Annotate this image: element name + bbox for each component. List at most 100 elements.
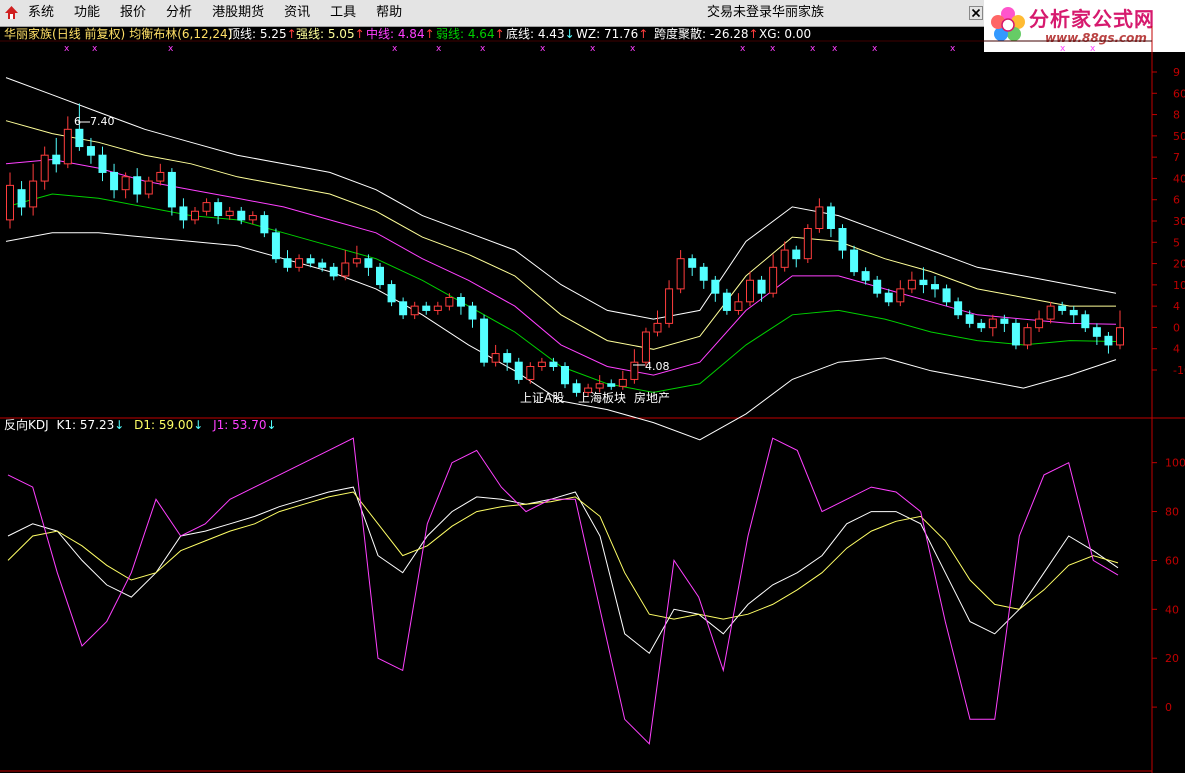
candle-body [641, 331, 650, 363]
low-price-label: 4.08 [645, 360, 670, 373]
main-stock-name: 华丽家族 [4, 26, 52, 41]
candle-body [803, 228, 812, 260]
metric-value-5: 71.76 [604, 27, 638, 41]
metric-value-7: 0.00 [784, 27, 811, 41]
metric-3: 弱线: 4.64↑ [436, 27, 505, 41]
metric-1: 强线: 5.05↑ [296, 27, 365, 41]
bollinger-bands [5, 77, 1117, 441]
metric-label-5: WZ: [576, 27, 604, 41]
x-marker: x [92, 44, 98, 54]
y-tick-label: 60 [1173, 87, 1185, 100]
kdj-tick-label: 80 [1165, 506, 1179, 519]
candle-body [271, 232, 280, 260]
kdj-y-ticks: 100 80 60 40 20 0 [1152, 457, 1185, 714]
tag-sh-a[interactable]: 上证A股 [520, 391, 564, 405]
metric-4: 底线: 4.43↓ [506, 26, 575, 41]
j-arrow: ↓ [266, 418, 276, 432]
x-marker: x [770, 44, 776, 54]
candle-body [75, 128, 84, 148]
candle-body [225, 210, 234, 217]
candle-body [537, 361, 546, 367]
metric-label-2: 中线: [366, 26, 398, 41]
x-marker: x [168, 44, 174, 54]
kdj-tick-label: 100 [1165, 457, 1185, 470]
kdj-k-line [7, 486, 1119, 655]
candle-body [549, 361, 558, 367]
candle-body [445, 297, 454, 307]
candle-body [410, 305, 419, 316]
app-logo-icon[interactable] [4, 5, 19, 20]
candle-body [861, 271, 870, 281]
candle-body [919, 279, 928, 286]
metric-arrow-1: ↑ [355, 27, 365, 41]
candle-body [711, 279, 720, 294]
metric-value-6: -26.28 [710, 27, 749, 41]
y-tick-label: 30 [1173, 215, 1185, 228]
candle-body [1081, 314, 1090, 329]
x-marker: x [1060, 44, 1066, 54]
candle-body [364, 258, 373, 268]
candle-body [769, 266, 778, 294]
menu-hk-futures[interactable]: 港股期货 [212, 0, 264, 26]
candle-body [63, 128, 72, 165]
candle-body [456, 297, 465, 307]
metric-2: 中线: 4.84↑ [366, 26, 435, 41]
candle-body [780, 249, 789, 268]
metric-0: 顶线: 5.25↑ [228, 27, 297, 41]
menu-system[interactable]: 系统 [28, 0, 54, 26]
candle-body [40, 154, 49, 182]
candle-body [352, 258, 361, 264]
kdj-d-line [7, 491, 1119, 620]
candle-body [734, 301, 743, 311]
metric-label-6: 跨度聚散: [654, 26, 710, 41]
kdj-panel: 反向KDJ K1: 57.23↓ D1: 59.00↓ J1: 53.70↓ 1… [4, 417, 1185, 745]
login-status[interactable]: 交易未登录 [707, 0, 772, 26]
candle-body [526, 366, 535, 380]
candle-body [884, 292, 893, 303]
y-tick-label: 4 [1173, 300, 1180, 313]
y-tick-label: 10 [1173, 279, 1185, 292]
kdj-title: 反向KDJ [4, 417, 49, 432]
candle-body [422, 305, 431, 311]
candle-body [1058, 305, 1067, 311]
candle-body [86, 146, 95, 156]
candle-body [376, 266, 384, 286]
x-marker: x [740, 44, 746, 54]
candle-body [595, 383, 604, 389]
stock-chart[interactable]: 华丽家族(日线 前复权) 均衡布林(6,12,24) 顶线: 5.25↑ 强线: 5… [0, 26, 1185, 773]
metric-label-7: XG: [759, 27, 784, 41]
candle-body [329, 266, 338, 277]
candle-body [977, 322, 986, 329]
candle-body [191, 210, 199, 221]
metric-arrow-6: ↑ [749, 27, 759, 41]
x-marker: x [392, 44, 398, 54]
band-strong-line [5, 120, 1116, 350]
candle-body [850, 249, 859, 273]
candle-body [618, 378, 627, 387]
svg-text:6: 6 [74, 115, 81, 128]
menu-tools[interactable]: 工具 [330, 0, 356, 26]
tag-real-estate[interactable]: 房地产 [634, 390, 670, 405]
candle-body [52, 154, 61, 165]
menu-help[interactable]: 帮助 [376, 0, 402, 26]
main-indicator: 均衡布林(6,12,24) [129, 27, 232, 41]
candle-body [399, 301, 408, 316]
menu-quote[interactable]: 报价 [120, 0, 146, 26]
candle-body [295, 258, 304, 268]
menu-function[interactable]: 功能 [74, 0, 100, 26]
metric-value-2: 4.84 [398, 27, 425, 41]
candle-body [561, 366, 569, 385]
menu-news[interactable]: 资讯 [284, 0, 310, 26]
candle-body [688, 258, 697, 268]
candle-body [29, 180, 38, 208]
metric-value-4: 4.43 [538, 27, 565, 41]
candle-body [1092, 327, 1101, 337]
high-marker: 6 7.40 [74, 115, 115, 128]
d-label: D1: [134, 418, 159, 432]
menu-analysis[interactable]: 分析 [166, 0, 192, 26]
candle-body [121, 176, 130, 191]
tag-sh-board[interactable]: 上海板块 [578, 390, 626, 405]
x-marker: x [630, 44, 636, 54]
close-icon[interactable] [969, 6, 983, 20]
candle-body [1035, 318, 1044, 329]
